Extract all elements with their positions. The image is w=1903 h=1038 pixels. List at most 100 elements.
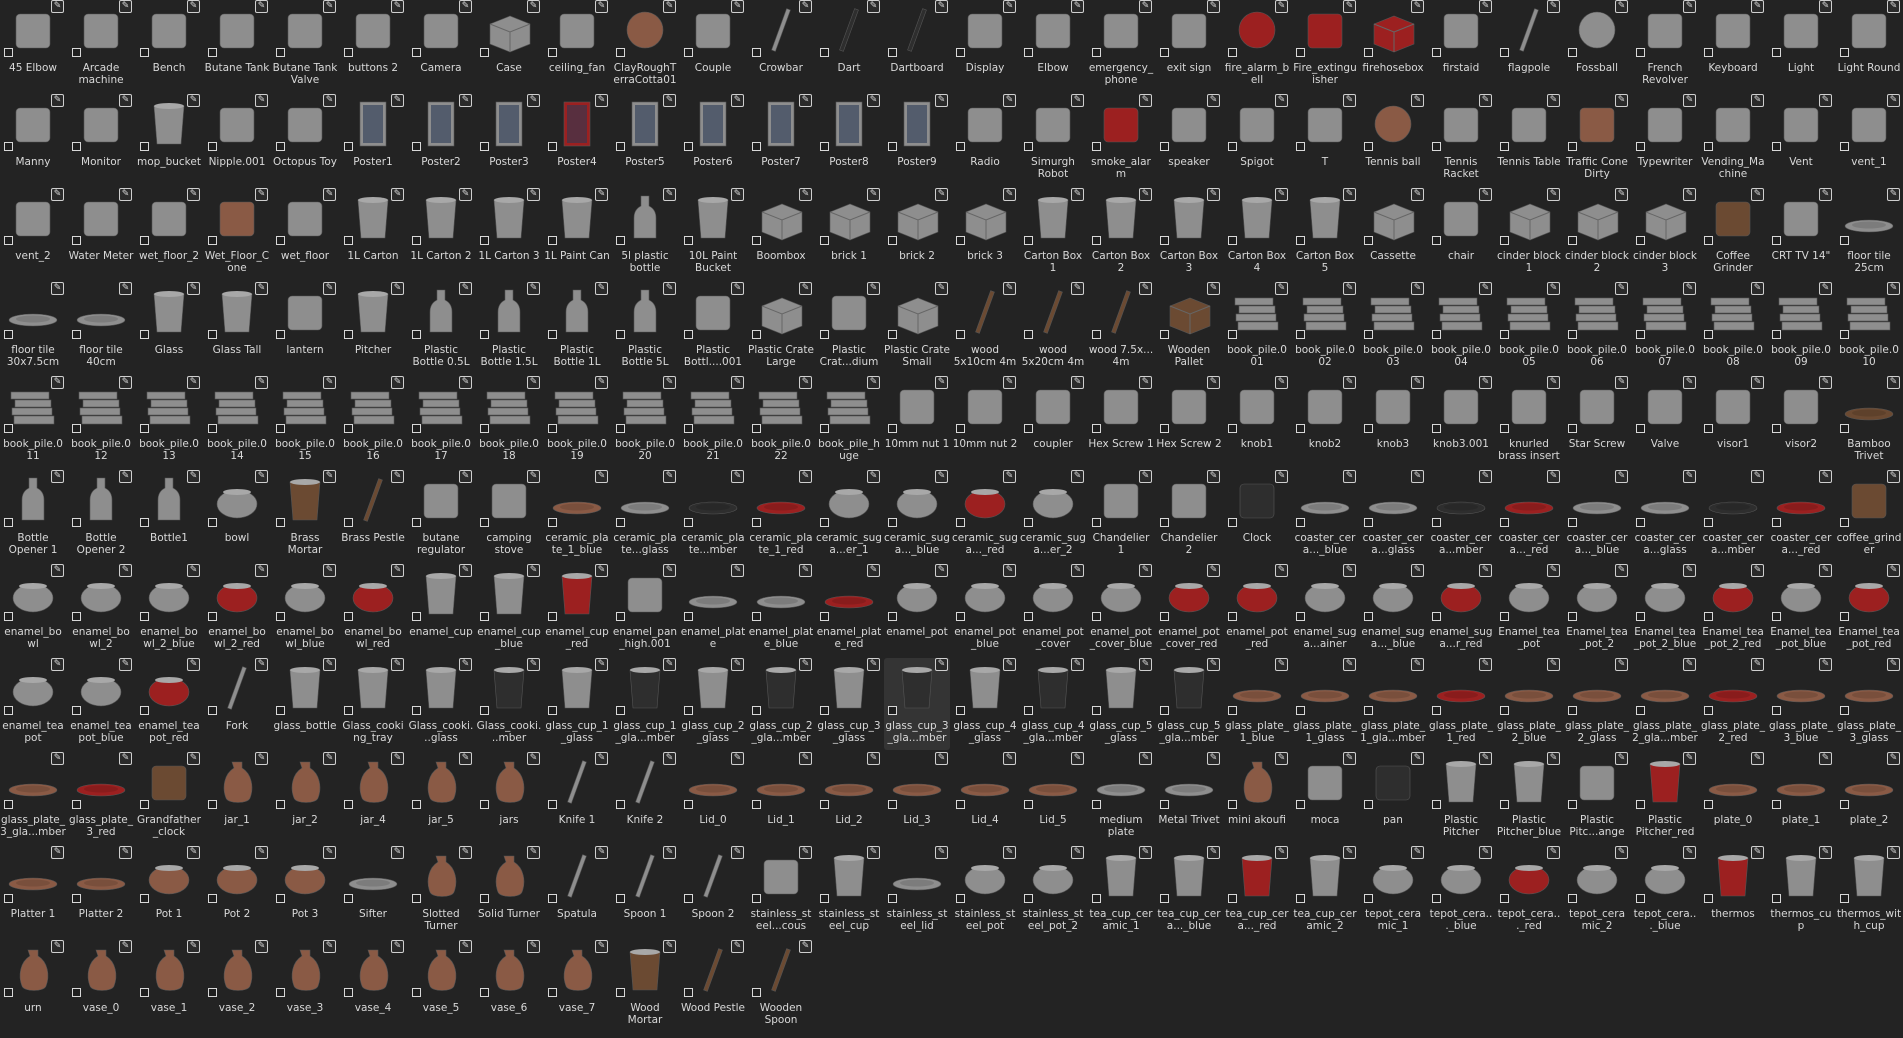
edit-icon[interactable]: ✎	[1411, 0, 1424, 13]
asset-item-knife-2[interactable]: ✎ Knife 2	[612, 752, 678, 844]
edit-icon[interactable]: ✎	[51, 752, 64, 765]
select-checkbox[interactable]	[208, 894, 217, 903]
edit-icon[interactable]: ✎	[1275, 752, 1288, 765]
asset-item-plastic-bottle-0-5l[interactable]: ✎ Plastic Bottle 0.5L	[408, 282, 474, 374]
select-checkbox[interactable]	[140, 612, 149, 621]
asset-item-tepot-ceramic-2[interactable]: ✎ tepot_ceramic_2	[1564, 846, 1630, 938]
edit-icon[interactable]: ✎	[1139, 564, 1152, 577]
asset-item-poster2[interactable]: ✎ Poster2	[408, 94, 474, 186]
edit-icon[interactable]: ✎	[459, 376, 472, 389]
edit-icon[interactable]: ✎	[1275, 470, 1288, 483]
select-checkbox[interactable]	[412, 800, 421, 809]
select-checkbox[interactable]	[1840, 706, 1849, 715]
edit-icon[interactable]: ✎	[51, 0, 64, 13]
asset-item-carton-box-2[interactable]: ✎ Carton Box 2	[1088, 188, 1154, 280]
select-checkbox[interactable]	[1568, 48, 1577, 57]
asset-item-buttons-2[interactable]: ✎ buttons 2	[340, 0, 406, 92]
edit-icon[interactable]: ✎	[1819, 94, 1832, 107]
select-checkbox[interactable]	[4, 518, 13, 527]
select-checkbox[interactable]	[1500, 894, 1509, 903]
asset-item-glass-plate-2-gla-mber[interactable]: ✎ glass_plate_2_gla...mber	[1632, 658, 1698, 750]
edit-icon[interactable]: ✎	[459, 282, 472, 295]
select-checkbox[interactable]	[72, 612, 81, 621]
select-checkbox[interactable]	[752, 612, 761, 621]
select-checkbox[interactable]	[1092, 48, 1101, 57]
asset-item-book-pile-010[interactable]: ✎ book_pile.010	[1836, 282, 1902, 374]
select-checkbox[interactable]	[1772, 330, 1781, 339]
edit-icon[interactable]: ✎	[323, 376, 336, 389]
select-checkbox[interactable]	[344, 48, 353, 57]
select-checkbox[interactable]	[480, 142, 489, 151]
edit-icon[interactable]: ✎	[1479, 376, 1492, 389]
select-checkbox[interactable]	[1772, 48, 1781, 57]
asset-item-book-pile-014[interactable]: ✎ book_pile.014	[204, 376, 270, 468]
edit-icon[interactable]: ✎	[323, 658, 336, 671]
edit-icon[interactable]: ✎	[935, 658, 948, 671]
asset-item-ceramic-suga-blue[interactable]: ✎ ceramic_suga..._blue	[884, 470, 950, 562]
asset-item-brick-1[interactable]: ✎ brick 1	[816, 188, 882, 280]
edit-icon[interactable]: ✎	[51, 470, 64, 483]
asset-item-plastic-bottle-1-5l[interactable]: ✎ Plastic Bottle 1.5L	[476, 282, 542, 374]
asset-item-butane-tank-valve[interactable]: ✎ Butane Tank Valve	[272, 0, 338, 92]
edit-icon[interactable]: ✎	[391, 94, 404, 107]
edit-icon[interactable]: ✎	[1751, 0, 1764, 13]
asset-item-urn[interactable]: ✎ urn	[0, 940, 66, 1032]
select-checkbox[interactable]	[72, 988, 81, 997]
edit-icon[interactable]: ✎	[1003, 94, 1016, 107]
asset-item-enamel-cup[interactable]: ✎ enamel_cup	[408, 564, 474, 656]
edit-icon[interactable]: ✎	[1343, 564, 1356, 577]
select-checkbox[interactable]	[888, 518, 897, 527]
asset-item-1l-paint-can[interactable]: ✎ 1L Paint Can	[544, 188, 610, 280]
asset-item-coaster-cera-blue[interactable]: ✎ coaster_cera..._blue	[1564, 470, 1630, 562]
asset-item-book-pile-018[interactable]: ✎ book_pile.018	[476, 376, 542, 468]
asset-item-tea-cup-ceramic-1[interactable]: ✎ tea_cup_ceramic_1	[1088, 846, 1154, 938]
asset-item-stainless-steel-pot-2[interactable]: ✎ stainless_steel_pot_2	[1020, 846, 1086, 938]
asset-item-plastic-bottle-5l[interactable]: ✎ Plastic Bottle 5L	[612, 282, 678, 374]
edit-icon[interactable]: ✎	[1887, 564, 1900, 577]
edit-icon[interactable]: ✎	[323, 188, 336, 201]
asset-item-firehosebox[interactable]: ✎ firehosebox	[1360, 0, 1426, 92]
select-checkbox[interactable]	[412, 330, 421, 339]
edit-icon[interactable]: ✎	[595, 658, 608, 671]
edit-icon[interactable]: ✎	[1071, 282, 1084, 295]
asset-item-book-pile-011[interactable]: ✎ book_pile.011	[0, 376, 66, 468]
asset-item-plate-0[interactable]: ✎ plate_0	[1700, 752, 1766, 844]
edit-icon[interactable]: ✎	[1071, 470, 1084, 483]
edit-icon[interactable]: ✎	[1819, 0, 1832, 13]
edit-icon[interactable]: ✎	[1887, 188, 1900, 201]
asset-item-brass-mortar[interactable]: ✎ Brass Mortar	[272, 470, 338, 562]
asset-item-brick-2[interactable]: ✎ brick 2	[884, 188, 950, 280]
asset-item-vent-2[interactable]: ✎ vent_2	[0, 188, 66, 280]
select-checkbox[interactable]	[1228, 518, 1237, 527]
edit-icon[interactable]: ✎	[1819, 752, 1832, 765]
asset-item-book-pile-huge[interactable]: ✎ book_pile_huge	[816, 376, 882, 468]
asset-item-boombox[interactable]: ✎ Boombox	[748, 188, 814, 280]
select-checkbox[interactable]	[344, 424, 353, 433]
select-checkbox[interactable]	[480, 988, 489, 997]
edit-icon[interactable]: ✎	[1683, 376, 1696, 389]
edit-icon[interactable]: ✎	[867, 94, 880, 107]
select-checkbox[interactable]	[1432, 142, 1441, 151]
select-checkbox[interactable]	[276, 988, 285, 997]
select-checkbox[interactable]	[1636, 330, 1645, 339]
select-checkbox[interactable]	[1228, 894, 1237, 903]
select-checkbox[interactable]	[1432, 800, 1441, 809]
edit-icon[interactable]: ✎	[527, 0, 540, 13]
edit-icon[interactable]: ✎	[663, 376, 676, 389]
edit-icon[interactable]: ✎	[595, 752, 608, 765]
edit-icon[interactable]: ✎	[323, 940, 336, 953]
select-checkbox[interactable]	[956, 236, 965, 245]
edit-icon[interactable]: ✎	[1751, 470, 1764, 483]
edit-icon[interactable]: ✎	[1751, 376, 1764, 389]
select-checkbox[interactable]	[208, 706, 217, 715]
select-checkbox[interactable]	[208, 142, 217, 151]
select-checkbox[interactable]	[72, 142, 81, 151]
edit-icon[interactable]: ✎	[527, 564, 540, 577]
select-checkbox[interactable]	[1228, 424, 1237, 433]
select-checkbox[interactable]	[140, 706, 149, 715]
select-checkbox[interactable]	[820, 612, 829, 621]
edit-icon[interactable]: ✎	[1547, 846, 1560, 859]
asset-item-enamel-suga-r-red[interactable]: ✎ enamel_suga...r_red	[1428, 564, 1494, 656]
edit-icon[interactable]: ✎	[1139, 188, 1152, 201]
asset-item-enamel-teapot-red[interactable]: ✎ enamel_teapot_red	[136, 658, 202, 750]
